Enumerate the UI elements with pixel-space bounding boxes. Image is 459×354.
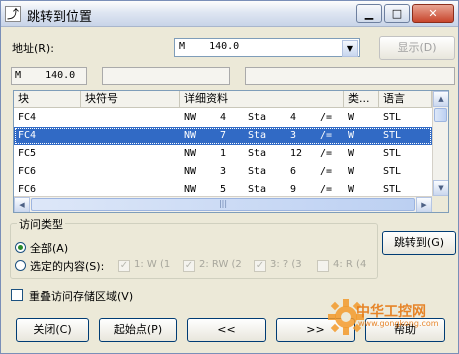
access-option-4-checkbox[interactable] [317, 260, 329, 272]
address-value: M 140.0 [179, 41, 240, 52]
scroll-up-icon[interactable]: ▲ [433, 91, 448, 107]
horizontal-scrollbar[interactable]: ◀ ||| ▶ [14, 196, 432, 212]
cell-lang: STL [383, 130, 402, 141]
cell-c1: NW [184, 130, 197, 141]
column-header-block[interactable]: 块 [14, 91, 81, 108]
cell-lang: STL [383, 166, 402, 177]
vertical-scroll-thumb[interactable] [434, 108, 447, 122]
cell-c4: 12 [290, 148, 303, 159]
close-button[interactable]: 关闭(C) [16, 318, 89, 342]
scroll-right-icon[interactable]: ▶ [416, 197, 432, 212]
vertical-scrollbar[interactable]: ▲ ▼ [432, 91, 448, 196]
cell-block: FC6 [18, 166, 37, 177]
cell-type: W [348, 130, 355, 141]
cell-c3: Sta [248, 130, 267, 141]
all-radio[interactable] [15, 242, 26, 253]
watermark-url: www.gongkong.com [358, 319, 439, 328]
selected-content-radio[interactable] [15, 260, 26, 271]
overlap-checkbox[interactable] [11, 289, 23, 301]
cell-c3: Sta [248, 166, 267, 177]
cell-c4: 3 [290, 130, 297, 141]
close-icon: ✕ [428, 7, 438, 20]
address-label: 地址(R): [12, 42, 54, 55]
access-option-3-checkbox[interactable]: ✓ [254, 260, 266, 272]
scroll-corner [432, 196, 448, 212]
overlap-label[interactable]: 重叠访问存储区域(V) [29, 288, 133, 304]
access-option-1-label: 1: W (1 [134, 259, 171, 270]
show-button[interactable]: 显示(D) [379, 36, 455, 60]
cell-block: FC4 [18, 130, 37, 141]
table-row[interactable]: FC4 NW 4 Sta 4 /= W STL [14, 109, 432, 127]
scroll-down-icon[interactable]: ▼ [433, 180, 448, 196]
status-field-2 [102, 67, 230, 85]
start-point-button[interactable]: 起始点(P) [99, 318, 177, 342]
all-radio-label[interactable]: 全部(A) [30, 240, 68, 256]
cell-c4: 6 [290, 166, 297, 177]
watermark-logo: 中华工控网 www.gongkong.com [326, 297, 439, 340]
table-row[interactable]: FC6 NW 3 Sta 6 /= W STL [14, 163, 432, 181]
cell-block: FC4 [18, 112, 37, 123]
cell-c5: /= [320, 166, 333, 177]
status-field-address: M 140.0 [11, 67, 87, 85]
jump-to-location-dialog: ⤴ 跳转到位置 ▁ □ ✕ 地址(R): M 140.0 ▼ 显示(D) M 1… [0, 0, 459, 354]
column-header-symbol[interactable]: 块符号 [81, 91, 180, 108]
column-header-language[interactable]: 语言 [379, 91, 432, 108]
selected-content-label[interactable]: 选定的内容(S): [30, 258, 104, 274]
cell-block: FC5 [18, 148, 37, 159]
table-row[interactable]: FC4 NW 7 Sta 3 /= W STL [14, 127, 432, 145]
location-list[interactable]: 块 块符号 详细资料 类... 语言 FC4 NW 4 Sta 4 /= W STL FC4 NW… [13, 90, 449, 213]
cell-c1: NW [184, 148, 197, 159]
title-bar[interactable]: ⤴ 跳转到位置 ▁ □ ✕ [1, 1, 458, 27]
jump-to-button[interactable]: 跳转到(G) [382, 231, 456, 255]
access-option-2-label: 2: RW (2 [199, 259, 242, 270]
jump-app-icon: ⤴ [5, 6, 21, 22]
cell-c2: 4 [220, 112, 227, 123]
cell-c2: 3 [220, 166, 227, 177]
cell-lang: STL [383, 148, 402, 159]
maximize-button[interactable]: □ [384, 4, 410, 23]
access-type-label: 访问类型 [17, 216, 65, 232]
watermark-site: 中华工控网 [356, 304, 426, 320]
cell-c1: NW [184, 112, 197, 123]
access-option-4-label: 4: R (4 [333, 259, 367, 270]
cell-c1: NW [184, 166, 197, 177]
maximize-icon: □ [391, 7, 403, 20]
address-combobox[interactable]: M 140.0 ▼ [174, 38, 360, 57]
cell-c3: Sta [248, 148, 267, 159]
cell-c4: 4 [290, 112, 297, 123]
cell-c5: /= [320, 130, 333, 141]
status-field-3 [245, 67, 455, 85]
minimize-icon: ▁ [364, 7, 374, 20]
access-option-2-checkbox[interactable]: ✓ [183, 260, 195, 272]
cell-type: W [348, 166, 355, 177]
access-option-1-checkbox[interactable]: ✓ [118, 260, 130, 272]
cell-c2: 7 [220, 130, 227, 141]
access-option-3-label: 3: ? (3 [270, 259, 302, 270]
cell-c5: /= [320, 148, 333, 159]
close-window-button[interactable]: ✕ [412, 4, 454, 23]
previous-button[interactable]: << [187, 318, 266, 342]
cell-c5: /= [320, 112, 333, 123]
cell-type: W [348, 148, 355, 159]
minimize-button[interactable]: ▁ [356, 4, 382, 23]
window-title: 跳转到位置 [27, 10, 93, 25]
column-header-type[interactable]: 类... [344, 91, 379, 108]
horizontal-scroll-thumb[interactable]: ||| [31, 198, 415, 211]
scroll-left-icon[interactable]: ◀ [14, 197, 30, 212]
table-row[interactable]: FC5 NW 1 Sta 12 /= W STL [14, 145, 432, 163]
column-header-details[interactable]: 详细资料 [180, 91, 344, 108]
dropdown-arrow-icon[interactable]: ▼ [342, 40, 358, 57]
cell-c2: 1 [220, 148, 227, 159]
cell-c3: Sta [248, 112, 267, 123]
cell-type: W [348, 112, 355, 123]
cell-lang: STL [383, 112, 402, 123]
